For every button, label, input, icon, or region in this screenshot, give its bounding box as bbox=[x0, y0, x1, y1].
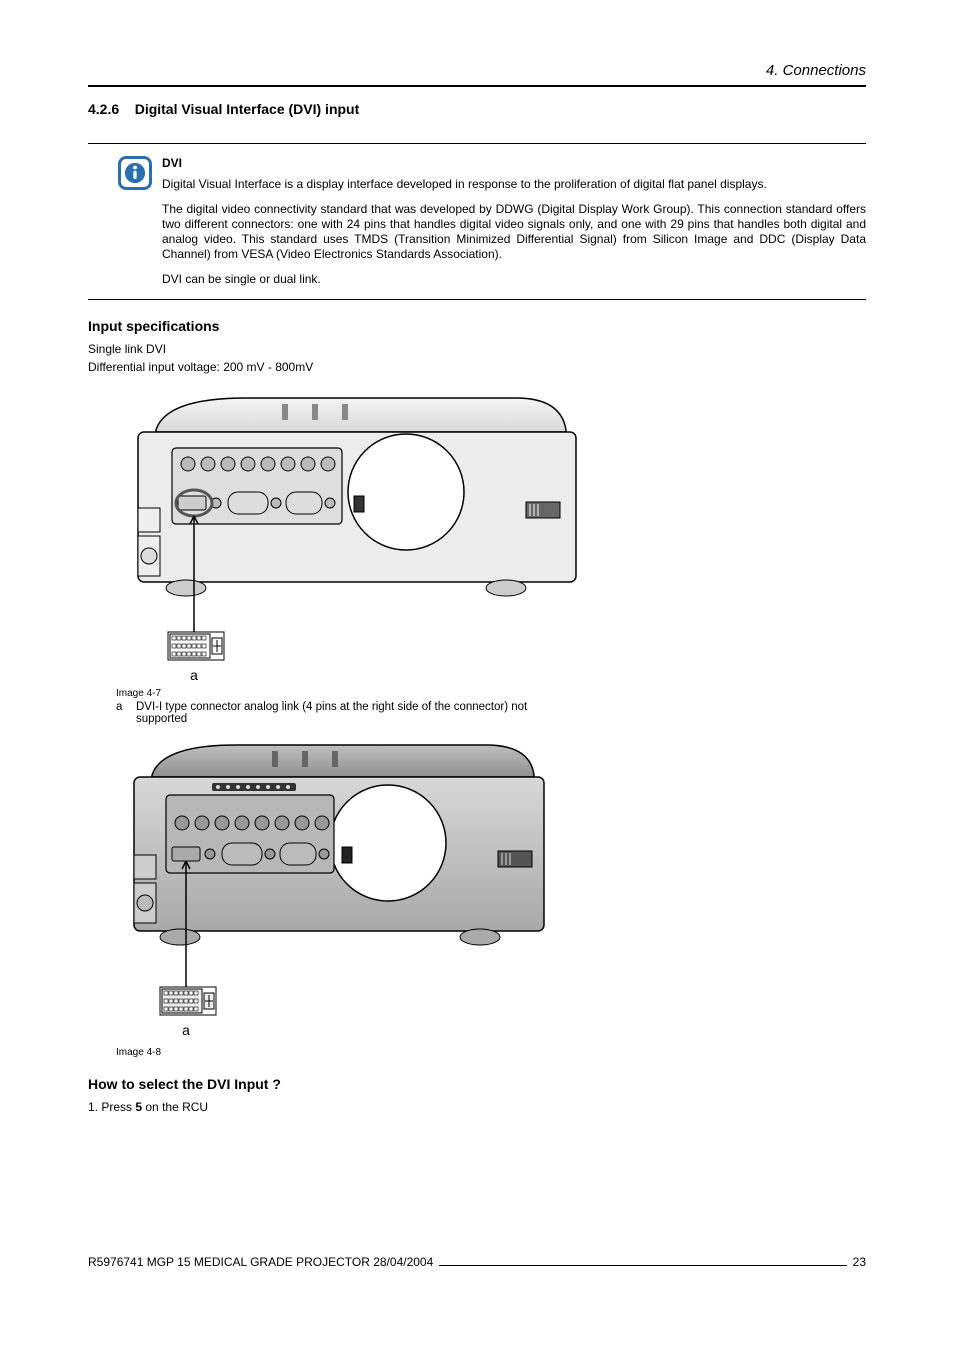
figure-4-7: a bbox=[116, 392, 866, 684]
info-paragraph-3: DVI can be single or dual link. bbox=[162, 272, 866, 287]
info-icon-wrap bbox=[88, 156, 162, 287]
chapter-title: 4. Connections bbox=[766, 62, 866, 79]
info-text: DVI Digital Visual Interface is a displa… bbox=[162, 156, 866, 287]
page-footer: R5976741 MGP 15 MEDICAL GRADE PROJECTOR … bbox=[88, 1255, 866, 1269]
info-icon bbox=[118, 156, 152, 190]
input-spec-heading: Input specifications bbox=[88, 318, 866, 334]
info-paragraph-2: The digital video connectivity standard … bbox=[162, 202, 866, 262]
figure-4-7-legend-label: a bbox=[116, 701, 136, 713]
projector-illustration-1: a bbox=[116, 392, 586, 684]
footer-rule bbox=[439, 1265, 846, 1266]
input-spec-line1: Single link DVI bbox=[88, 342, 866, 356]
projector-illustration-2: a bbox=[116, 743, 554, 1043]
figure-4-8-caption: Image 4-8 bbox=[116, 1047, 866, 1058]
section-heading: 4.2.6 Digital Visual Interface (DVI) inp… bbox=[88, 101, 866, 117]
info-paragraph-1: Digital Visual Interface is a display in… bbox=[162, 177, 866, 192]
info-block: DVI Digital Visual Interface is a displa… bbox=[88, 143, 866, 300]
howto-step-suffix: on the RCU bbox=[142, 1100, 208, 1114]
footer-left: R5976741 MGP 15 MEDICAL GRADE PROJECTOR … bbox=[88, 1255, 433, 1269]
section-title: Digital Visual Interface (DVI) input bbox=[135, 101, 360, 117]
figure-4-7-caption: Image 4-7 bbox=[116, 688, 866, 699]
chapter-header: 4. Connections bbox=[88, 62, 866, 83]
figure-4-7-legend: a DVI-I type connector analog link (4 pi… bbox=[116, 701, 576, 725]
header-rule bbox=[88, 85, 866, 87]
footer-page: 23 bbox=[853, 1255, 866, 1269]
info-title: DVI bbox=[162, 156, 866, 171]
figure-4-8-callout-a: a bbox=[182, 1022, 190, 1038]
howto-heading: How to select the DVI Input ? bbox=[88, 1076, 866, 1092]
howto-step-1: 1. Press 5 on the RCU bbox=[88, 1100, 866, 1114]
howto-step-prefix: 1. Press bbox=[88, 1100, 135, 1114]
section-number: 4.2.6 bbox=[88, 101, 119, 117]
figure-4-7-callout-a: a bbox=[190, 667, 198, 683]
figure-4-7-legend-text: DVI-I type connector analog link (4 pins… bbox=[136, 701, 576, 725]
figure-4-8: a bbox=[116, 743, 866, 1043]
input-spec-line2: Differential input voltage: 200 mV - 800… bbox=[88, 360, 866, 374]
